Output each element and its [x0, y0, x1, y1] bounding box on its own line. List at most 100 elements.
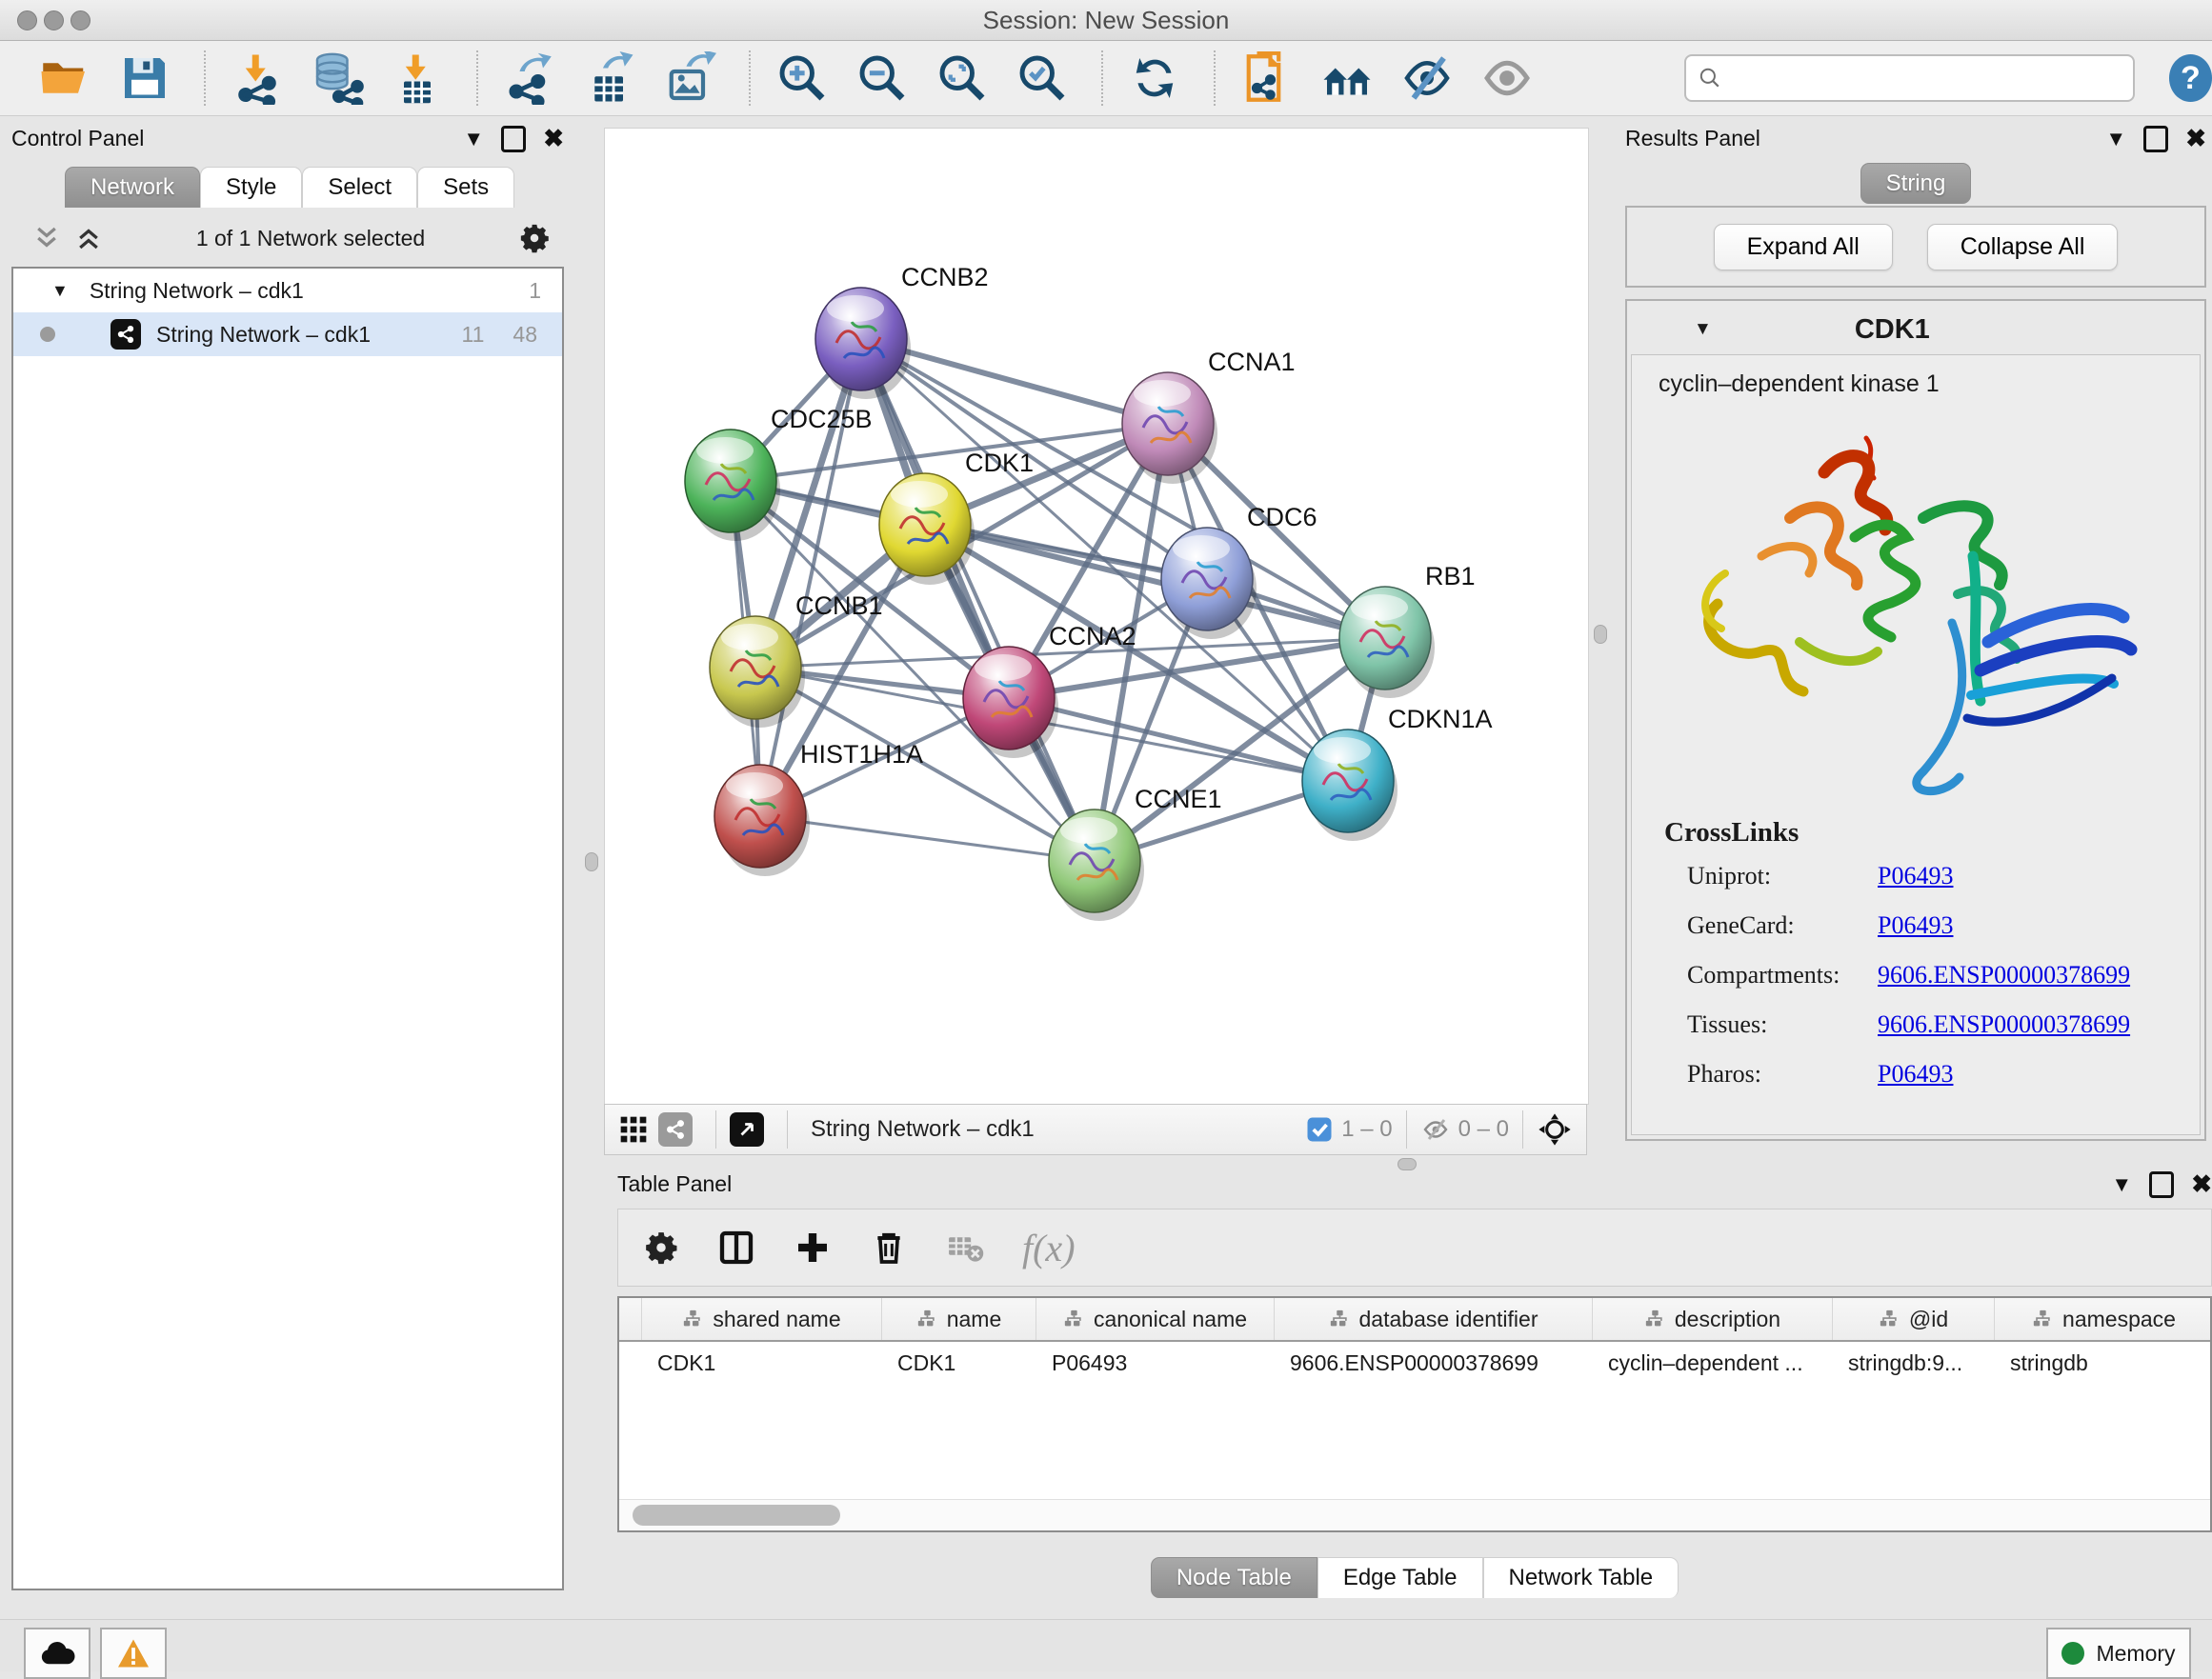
table-cell[interactable]: stringdb:9... [1833, 1342, 1995, 1384]
table-cell[interactable]: CDK1 [882, 1342, 1036, 1384]
close-panel-icon[interactable]: ✖ [2191, 1169, 2212, 1199]
network-node-ccna2[interactable]: CCNA2 [963, 622, 1136, 758]
network-node-count: 11 [462, 322, 485, 348]
detach-view-icon[interactable] [730, 1112, 764, 1147]
tab-string[interactable]: String [1860, 163, 1972, 204]
expand-all-button[interactable]: Expand All [1714, 224, 1893, 270]
crosslink-link[interactable]: 9606.ENSP00000378699 [1878, 1010, 2130, 1039]
table-cell[interactable]: CDK1 [642, 1342, 882, 1384]
network-node-rb1[interactable]: RB1 [1339, 562, 1476, 698]
crosslink-link[interactable]: 9606.ENSP00000378699 [1878, 961, 2130, 989]
column-header-namespace[interactable]: namespace [1995, 1298, 2212, 1340]
zoom-fit-icon[interactable] [935, 51, 989, 105]
tab-edge-table[interactable]: Edge Table [1317, 1557, 1483, 1598]
table-cell[interactable]: stringdb [1995, 1342, 2212, 1384]
network-collection-row[interactable]: ▼ String Network – cdk1 1 [13, 269, 562, 312]
table-options-gear-icon[interactable] [643, 1229, 679, 1266]
column-header-canonical-name[interactable]: canonical name [1036, 1298, 1275, 1340]
crosslink-link[interactable]: P06493 [1878, 1060, 1953, 1089]
scrollbar-thumb[interactable] [633, 1505, 840, 1526]
column-header--id[interactable]: @id [1833, 1298, 1995, 1340]
hide-panels-icon[interactable] [1400, 51, 1454, 105]
gene-collapse-icon[interactable]: ▼ [1694, 319, 1712, 340]
float-panel-icon[interactable] [2143, 126, 2168, 152]
grid-view-icon[interactable] [618, 1114, 649, 1145]
collection-expand-icon[interactable]: ▼ [51, 281, 69, 301]
crosslink-link[interactable]: P06493 [1878, 911, 1953, 940]
column-header-database-identifier[interactable]: database identifier [1275, 1298, 1593, 1340]
zoom-out-icon[interactable] [855, 51, 909, 105]
column-header-name[interactable]: name [882, 1298, 1036, 1340]
import-database-icon[interactable] [311, 51, 364, 105]
horizontal-scrollbar[interactable] [619, 1499, 2210, 1530]
network-edge[interactable] [760, 816, 1095, 861]
footer-separator [715, 1110, 716, 1149]
add-column-icon[interactable] [794, 1229, 832, 1267]
table-cell[interactable]: cyclin–dependent ... [1593, 1342, 1833, 1384]
network-view-share-icon[interactable] [658, 1112, 693, 1147]
float-panel-icon[interactable] [2149, 1171, 2174, 1198]
network-canvas[interactable]: CCNB2CCNA1CDC25BCDK1CDC6RB1CCNB1CCNA2CDK… [604, 128, 1589, 1105]
import-network-icon[interactable] [231, 51, 284, 105]
panel-menu-icon[interactable]: ▼ [463, 127, 484, 151]
delete-column-icon[interactable] [870, 1229, 908, 1267]
export-table-icon[interactable] [583, 51, 636, 105]
network-options-gear-icon[interactable] [518, 222, 551, 254]
refresh-icon[interactable] [1128, 51, 1181, 105]
close-panel-icon[interactable]: ✖ [2185, 124, 2206, 153]
export-image-icon[interactable] [663, 51, 716, 105]
function-builder-icon[interactable]: f(x) [1022, 1226, 1076, 1270]
network-row[interactable]: String Network – cdk1 11 48 [13, 312, 562, 356]
network-node-hist1h1a[interactable]: HIST1H1A [714, 740, 923, 876]
zoom-in-icon[interactable] [775, 51, 829, 105]
network-node-ccnb2[interactable]: CCNB2 [815, 263, 989, 399]
export-network-icon[interactable] [503, 51, 556, 105]
home-icon[interactable] [1320, 51, 1374, 105]
cloud-status-button[interactable] [24, 1628, 90, 1679]
network-edge[interactable] [861, 339, 1095, 861]
network-node-ccne1[interactable]: CCNE1 [1049, 785, 1222, 921]
tab-node-table[interactable]: Node Table [1151, 1557, 1317, 1598]
crosslink-link[interactable]: P06493 [1878, 862, 1953, 890]
close-panel-icon[interactable]: ✖ [543, 124, 564, 153]
delete-table-icon[interactable] [946, 1229, 984, 1267]
maximize-window-button[interactable] [70, 10, 90, 30]
panel-menu-icon[interactable]: ▼ [2111, 1172, 2132, 1197]
collapse-all-button[interactable]: Collapse All [1927, 224, 2119, 270]
column-header-shared-name[interactable]: shared name [642, 1298, 882, 1340]
show-panels-icon[interactable] [1480, 51, 1534, 105]
tab-style[interactable]: Style [200, 167, 302, 208]
tab-network-table[interactable]: Network Table [1483, 1557, 1679, 1598]
tab-select[interactable]: Select [302, 167, 417, 208]
import-table-icon[interactable] [391, 51, 444, 105]
expand-all-icon[interactable] [74, 224, 103, 252]
left-splitter-handle[interactable] [585, 852, 598, 871]
annotation-icon[interactable] [1240, 51, 1294, 105]
search-box[interactable] [1684, 54, 2135, 102]
zoom-selected-icon[interactable] [1016, 51, 1069, 105]
close-window-button[interactable] [17, 10, 37, 30]
hidden-eye-icon[interactable] [1420, 1114, 1451, 1145]
table-cell[interactable]: P06493 [1036, 1342, 1275, 1384]
open-session-icon[interactable] [38, 51, 91, 105]
show-columns-icon[interactable] [717, 1229, 755, 1267]
birds-eye-view-icon[interactable] [1537, 1111, 1573, 1148]
float-panel-icon[interactable] [501, 126, 526, 152]
network-node-ccnb1[interactable]: CCNB1 [710, 591, 883, 728]
tab-sets[interactable]: Sets [417, 167, 514, 208]
selected-checkbox-icon[interactable] [1305, 1115, 1334, 1144]
panel-menu-icon[interactable]: ▼ [2105, 127, 2126, 151]
memory-button[interactable]: Memory [2046, 1628, 2191, 1679]
node-table[interactable]: shared namenamecanonical namedatabase id… [617, 1296, 2212, 1532]
help-button[interactable]: ? [2169, 54, 2212, 102]
search-input[interactable] [1722, 64, 2122, 92]
warning-status-button[interactable] [100, 1628, 167, 1679]
save-session-icon[interactable] [118, 51, 171, 105]
tab-network[interactable]: Network [65, 167, 200, 208]
table-cell[interactable]: 9606.ENSP00000378699 [1275, 1342, 1593, 1384]
right-splitter-handle[interactable] [1594, 625, 1607, 644]
network-node-cdkn1a[interactable]: CDKN1A [1302, 705, 1493, 841]
minimize-window-button[interactable] [44, 10, 64, 30]
column-header-description[interactable]: description [1593, 1298, 1833, 1340]
collapse-all-icon[interactable] [32, 224, 61, 252]
